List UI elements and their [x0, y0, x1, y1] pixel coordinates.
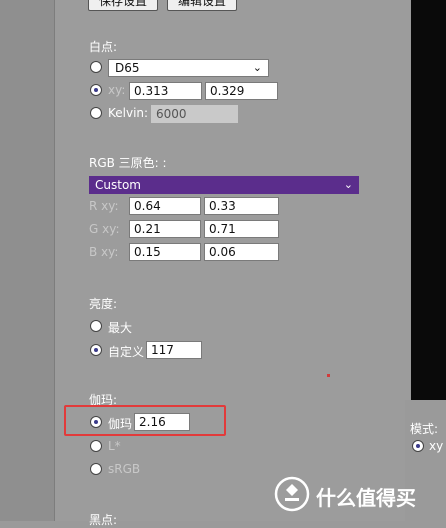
- white-point-preset-value: D65: [115, 61, 140, 75]
- primary-b-y-input[interactable]: 0.06: [204, 243, 279, 261]
- mode-xy-label: xy: [429, 439, 444, 453]
- primary-r-label: R xy:: [89, 199, 119, 213]
- kelvin-input[interactable]: 6000: [151, 105, 238, 123]
- primary-g-label: G xy:: [89, 222, 120, 236]
- primary-r-x-input[interactable]: 0.64: [129, 197, 201, 215]
- chevron-down-icon: ⌄: [343, 178, 353, 191]
- srgb-label: sRGB: [108, 462, 141, 476]
- preview-panel: [411, 0, 446, 400]
- gamma-highlight-box: [64, 405, 226, 436]
- marker-dot: [327, 374, 330, 377]
- kelvin-label: Kelvin:: [108, 106, 149, 120]
- primary-r-y-input[interactable]: 0.33: [204, 197, 279, 215]
- lstar-radio[interactable]: [90, 440, 102, 452]
- watermark-text: 什么值得买: [316, 486, 416, 510]
- chevron-down-icon: ⌄: [252, 61, 262, 74]
- primaries-select[interactable]: Custom ⌄: [89, 176, 359, 194]
- white-point-preset-radio[interactable]: [90, 61, 102, 73]
- primary-g-y-input[interactable]: 0.71: [204, 220, 279, 238]
- white-point-xy-label: xy:: [108, 83, 126, 97]
- white-point-preset-select[interactable]: D65 ⌄: [108, 59, 269, 77]
- kelvin-radio[interactable]: [90, 107, 102, 119]
- brightness-heading: 亮度:: [89, 297, 118, 311]
- white-point-xy-radio[interactable]: [90, 84, 102, 96]
- panel-divider: [54, 0, 55, 521]
- watermark-badge-icon: [274, 476, 310, 512]
- srgb-radio[interactable]: [90, 463, 102, 475]
- primary-b-label: B xy:: [89, 245, 119, 259]
- mode-label: 模式:: [410, 422, 439, 436]
- black-point-heading: 黑点:: [89, 513, 118, 527]
- watermark-logo: 什么值得买: [274, 476, 444, 512]
- primaries-heading: RGB 三原色: :: [89, 156, 167, 170]
- brightness-max-label: 最大: [108, 321, 133, 335]
- lstar-label: L*: [108, 439, 121, 453]
- brightness-custom-radio[interactable]: [90, 344, 102, 356]
- mode-xy-radio[interactable]: [412, 440, 424, 452]
- left-strip: [0, 0, 54, 521]
- brightness-max-radio[interactable]: [90, 320, 102, 332]
- white-point-y-input[interactable]: 0.329: [205, 82, 278, 100]
- edit-settings-button[interactable]: 编辑设置: [167, 0, 237, 11]
- brightness-custom-input[interactable]: 117: [146, 341, 202, 359]
- primaries-select-value: Custom: [95, 178, 141, 192]
- primary-g-x-input[interactable]: 0.21: [129, 220, 201, 238]
- white-point-x-input[interactable]: 0.313: [129, 82, 202, 100]
- save-settings-button[interactable]: 保存设置: [88, 0, 158, 11]
- white-point-heading: 白点:: [89, 40, 118, 54]
- brightness-custom-label: 自定义: [108, 345, 145, 359]
- primary-b-x-input[interactable]: 0.15: [129, 243, 201, 261]
